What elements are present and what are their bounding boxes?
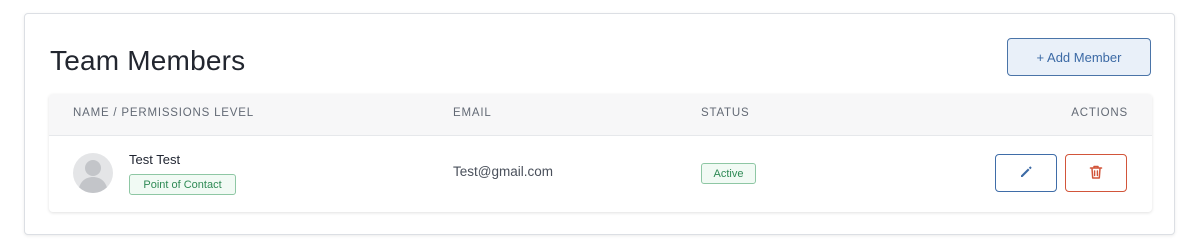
- table-row: Test Test Point of Contact Test@gmail.co…: [49, 135, 1152, 212]
- member-name: Test Test: [129, 152, 181, 167]
- column-header-status: STATUS: [701, 107, 750, 119]
- delete-member-button[interactable]: [1065, 154, 1127, 192]
- page-title: Team Members: [50, 45, 246, 76]
- table-header: NAME / PERMISSIONS LEVEL EMAIL STATUS AC…: [49, 94, 1152, 136]
- status-badge: Active: [701, 163, 756, 184]
- column-header-name: NAME / PERMISSIONS LEVEL: [73, 107, 254, 119]
- user-placeholder-icon: [73, 153, 113, 193]
- team-members-table: NAME / PERMISSIONS LEVEL EMAIL STATUS AC…: [49, 94, 1152, 212]
- pencil-icon: [1019, 165, 1033, 182]
- permission-badge: Point of Contact: [129, 174, 236, 195]
- trash-icon: [1088, 164, 1104, 183]
- member-email: Test@gmail.com: [453, 164, 553, 179]
- column-header-actions: ACTIONS: [1071, 107, 1128, 119]
- add-member-button[interactable]: + Add Member: [1007, 38, 1151, 76]
- column-header-email: EMAIL: [453, 107, 492, 119]
- edit-member-button[interactable]: [995, 154, 1057, 192]
- team-members-card: Team Members + Add Member NAME / PERMISS…: [24, 13, 1175, 235]
